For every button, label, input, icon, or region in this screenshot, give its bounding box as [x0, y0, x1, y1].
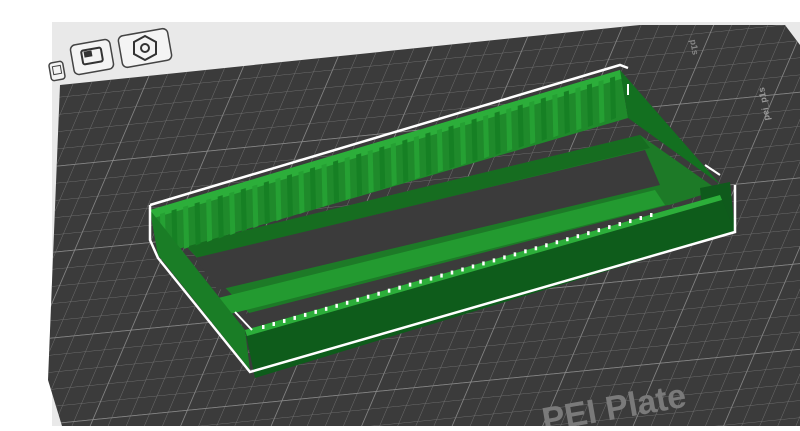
wall-fin — [540, 97, 547, 141]
slot-mark — [587, 231, 590, 236]
slot-mark — [576, 234, 580, 239]
add-plate-button[interactable] — [48, 60, 66, 82]
slot-mark — [335, 303, 338, 308]
wall-fin — [344, 156, 351, 201]
slot-mark — [618, 222, 622, 227]
slot-mark — [314, 309, 317, 314]
slot-mark — [293, 315, 296, 320]
slot-mark — [566, 237, 569, 242]
slot-mark — [366, 294, 370, 299]
slot-mark — [440, 273, 443, 278]
wall-fin — [206, 198, 213, 243]
slot-mark — [555, 240, 559, 245]
slot-mark — [356, 297, 359, 302]
slot-mark — [377, 291, 380, 296]
slot-mark — [408, 282, 412, 287]
slot-mark — [461, 267, 464, 272]
slot-mark — [471, 264, 475, 269]
wall-fin — [229, 191, 236, 236]
wall-fin — [506, 107, 513, 152]
3d-viewport[interactable]: p1s pei_p1s PEI Plate — [0, 0, 800, 431]
slot-mark — [345, 300, 349, 305]
wall-fin — [402, 139, 409, 183]
wall-fin — [240, 188, 247, 232]
wall-fin — [517, 104, 524, 148]
slot-mark — [429, 276, 433, 281]
wall-fin — [552, 93, 559, 138]
slot-mark — [545, 243, 548, 248]
wall-fin — [286, 174, 293, 218]
slot-mark — [398, 285, 401, 290]
wall-fin — [610, 76, 616, 120]
wall-fin — [367, 149, 374, 194]
wall-fin — [275, 177, 282, 222]
wall-fin — [217, 195, 224, 239]
slot-mark — [324, 306, 328, 311]
slot-mark — [534, 246, 538, 251]
slot-mark — [272, 321, 275, 326]
slot-mark — [503, 255, 506, 260]
orient-button[interactable] — [69, 38, 115, 76]
slot-mark — [419, 279, 422, 284]
slot-mark — [524, 249, 527, 254]
wall-fin — [390, 142, 397, 187]
slot-mark — [482, 261, 485, 266]
wall-fin — [460, 121, 466, 166]
wall-fin — [448, 125, 455, 169]
slot-mark — [282, 318, 286, 323]
wall-fin — [310, 167, 316, 211]
slot-mark — [262, 325, 265, 329]
wall-fin — [598, 79, 605, 124]
slot-mark — [650, 213, 653, 217]
wall-fin — [333, 160, 340, 204]
wall-fin — [425, 132, 432, 176]
wall-fin — [321, 163, 328, 208]
slot-mark — [597, 228, 601, 233]
wall-fin — [529, 100, 536, 145]
wall-fin — [183, 205, 190, 250]
slot-mark — [492, 258, 496, 263]
slot-mark — [450, 270, 454, 275]
slot-mark — [387, 288, 391, 293]
slot-mark — [303, 312, 307, 317]
wall-fin — [413, 135, 420, 180]
wall-fin — [471, 118, 478, 162]
wall-fin — [252, 184, 259, 229]
wall-fin — [356, 153, 363, 197]
slot-mark — [513, 252, 517, 257]
scene-svg: p1s pei_p1s PEI Plate — [0, 0, 800, 431]
wall-fin — [586, 83, 593, 127]
wall-fin — [436, 128, 443, 173]
wall-fin — [483, 114, 490, 159]
wall-fin — [575, 86, 582, 131]
wall-fin — [194, 202, 201, 246]
wall-fin — [263, 181, 270, 225]
wall-fin — [298, 170, 305, 215]
slot-mark — [629, 219, 632, 224]
wall-fin — [494, 111, 501, 155]
wall-fin — [379, 146, 386, 190]
slot-mark — [608, 225, 611, 230]
slot-mark — [639, 216, 643, 221]
wall-fin — [563, 90, 570, 134]
